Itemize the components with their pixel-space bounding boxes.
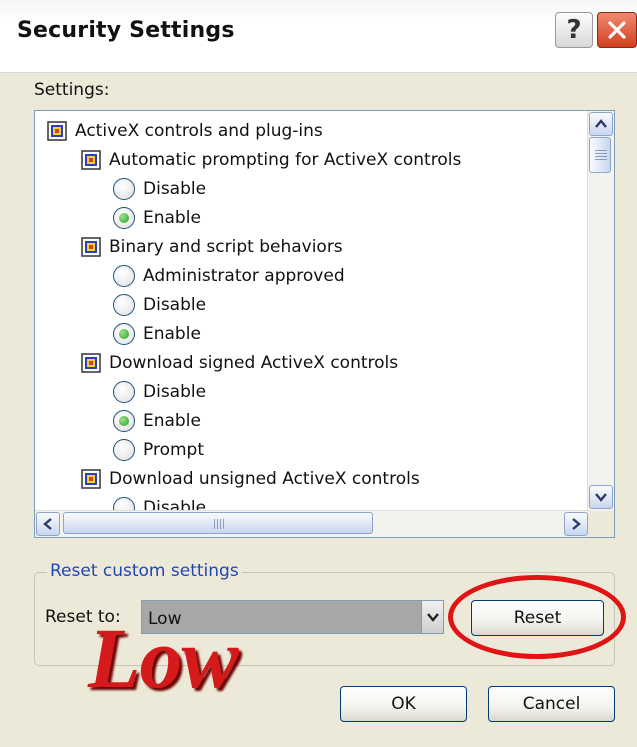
radio-option-disable[interactable]: Disable: [113, 176, 206, 202]
radio-option-disable[interactable]: Disable: [113, 379, 206, 405]
tree-item-label: ActiveX controls and plug-ins: [75, 121, 323, 141]
radio-label: Disable: [143, 382, 207, 402]
radio-label: Enable: [143, 208, 201, 228]
radio-label: Enable: [143, 411, 201, 431]
settings-group-icon: [81, 237, 101, 257]
radio-option-disable[interactable]: Disable: [113, 495, 206, 511]
tree-item-label: Binary and script behaviors: [109, 237, 343, 257]
scroll-right-button[interactable]: [564, 512, 588, 536]
security-settings-dialog: Security Settings ? Settings: ActiveX co…: [0, 0, 637, 747]
vertical-scroll-thumb[interactable]: [589, 137, 611, 173]
radio-label: Disable: [143, 179, 207, 199]
radio-button-selected[interactable]: [113, 323, 135, 345]
radio-button-selected[interactable]: [113, 410, 135, 432]
radio-button[interactable]: [113, 497, 135, 511]
radio-button-selected[interactable]: [113, 207, 135, 229]
radio-option-administrator-approved[interactable]: Administrator approved: [113, 263, 345, 289]
tree-item-download-signed: Download signed ActiveX controls: [81, 350, 398, 376]
radio-button[interactable]: [113, 381, 135, 403]
settings-list[interactable]: ActiveX controls and plug-ins Automatic …: [34, 110, 615, 538]
settings-group-icon: [81, 150, 101, 170]
vertical-scrollbar[interactable]: [587, 111, 614, 511]
help-icon: ?: [566, 15, 582, 45]
radio-option-enable[interactable]: Enable: [113, 321, 201, 347]
radio-label: Administrator approved: [143, 266, 345, 286]
scrollbar-corner: [588, 511, 614, 537]
tree-item-label: Download signed ActiveX controls: [109, 353, 399, 373]
scroll-left-button[interactable]: [36, 512, 60, 536]
tree-item-activex-controls: ActiveX controls and plug-ins: [47, 118, 323, 144]
radio-label: Disable: [143, 295, 207, 315]
chevron-down-icon: [426, 613, 439, 622]
chevron-right-icon: [572, 518, 581, 530]
settings-group-icon: [81, 353, 101, 373]
horizontal-scroll-thumb[interactable]: [63, 512, 373, 534]
tree-item-label: Download unsigned ActiveX controls: [109, 469, 420, 489]
radio-button[interactable]: [113, 439, 135, 461]
scroll-down-button[interactable]: [589, 485, 613, 509]
settings-group-icon: [47, 121, 67, 141]
overlay-low-text: Low: [88, 610, 239, 706]
title-bar[interactable]: Security Settings ?: [0, 0, 637, 73]
chevron-up-icon: [595, 119, 607, 128]
chevron-left-icon: [43, 518, 52, 530]
radio-label: Prompt: [143, 440, 204, 460]
settings-tree: ActiveX controls and plug-ins Automatic …: [35, 111, 590, 511]
ok-button[interactable]: OK: [340, 686, 467, 722]
radio-button[interactable]: [113, 265, 135, 287]
radio-button[interactable]: [113, 294, 135, 316]
reset-group-title: Reset custom settings: [47, 561, 242, 581]
settings-label: Settings:: [34, 80, 110, 100]
radio-button[interactable]: [113, 178, 135, 200]
radio-option-disable[interactable]: Disable: [113, 292, 206, 318]
horizontal-scrollbar[interactable]: [35, 510, 590, 537]
dropdown-button[interactable]: [421, 601, 443, 633]
cancel-button[interactable]: Cancel: [488, 686, 615, 722]
scroll-up-button[interactable]: [589, 112, 613, 136]
tree-item-automatic-prompting: Automatic prompting for ActiveX controls: [81, 147, 461, 173]
radio-option-prompt[interactable]: Prompt: [113, 437, 204, 463]
radio-option-enable[interactable]: Enable: [113, 205, 201, 231]
chevron-down-icon: [595, 493, 607, 502]
close-button[interactable]: [597, 12, 637, 48]
window-title: Security Settings: [17, 18, 235, 43]
radio-label: Enable: [143, 324, 201, 344]
tree-item-binary-script: Binary and script behaviors: [81, 234, 343, 260]
help-button[interactable]: ?: [555, 12, 593, 48]
radio-option-enable[interactable]: Enable: [113, 408, 201, 434]
tree-item-label: Automatic prompting for ActiveX controls: [109, 150, 462, 170]
settings-group-icon: [81, 469, 101, 489]
close-icon: [608, 21, 626, 39]
tree-item-download-unsigned: Download unsigned ActiveX controls: [81, 466, 420, 492]
reset-highlight-circle: [448, 575, 626, 659]
